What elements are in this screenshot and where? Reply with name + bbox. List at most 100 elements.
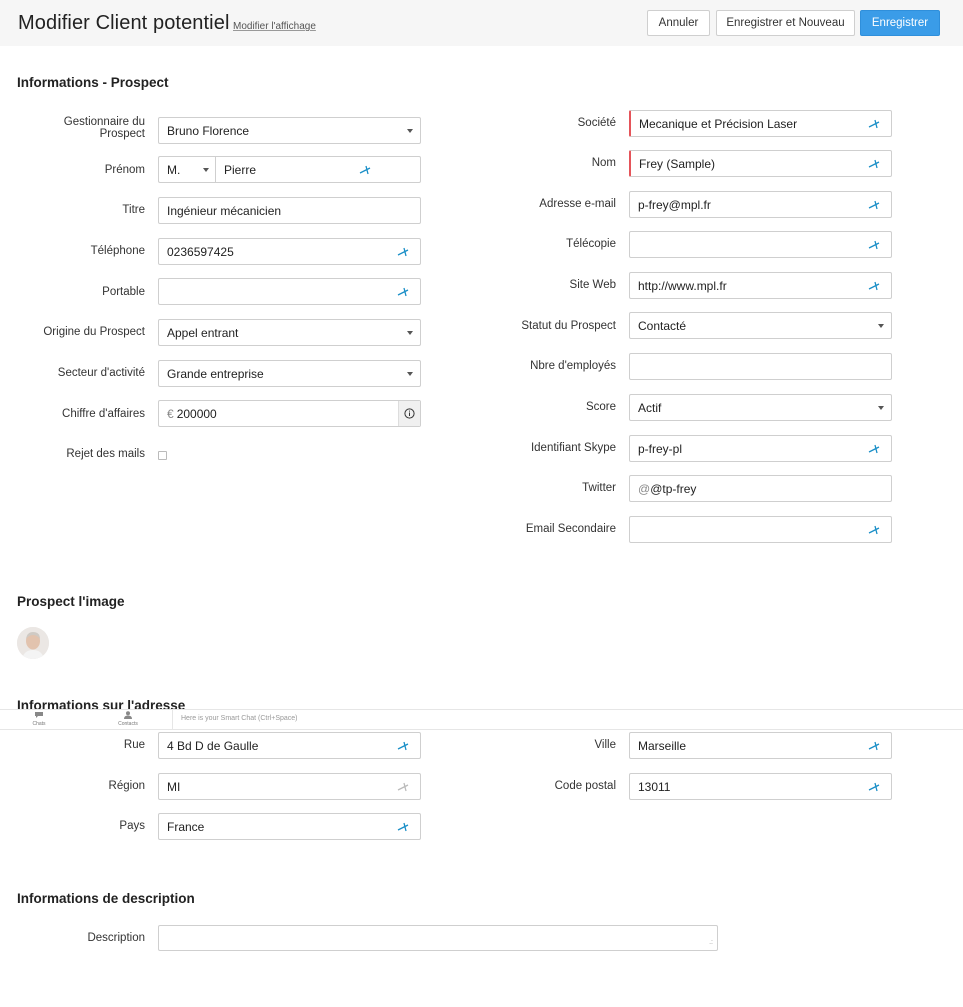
status-select[interactable]: Contacté [629, 312, 892, 339]
owner-select[interactable]: Bruno Florence [158, 117, 421, 144]
lookup-icon[interactable] [868, 781, 881, 793]
website-label: Site Web [569, 279, 616, 291]
section-title-prospect-image: Prospect l'image [17, 594, 125, 609]
title-label: Titre [122, 204, 145, 216]
employees-input[interactable] [629, 353, 892, 380]
street-value: 4 Bd D de Gaulle [167, 738, 259, 753]
employees-label: Nbre d'employés [530, 360, 616, 372]
status-label: Statut du Prospect [521, 320, 616, 332]
last-name-label: Nom [591, 157, 616, 169]
lookup-icon[interactable] [359, 164, 372, 176]
revenue-input[interactable]: € 200000 [158, 400, 421, 427]
secondary-email-label: Email Secondaire [525, 523, 616, 535]
page-title: Modifier Client potentiel [18, 12, 230, 34]
twitter-input[interactable]: @ @tp-frey [629, 475, 892, 502]
chat-bubble-icon [35, 712, 43, 718]
description-textarea[interactable]: .: [158, 925, 718, 951]
mobile-label: Portable [102, 286, 145, 298]
phone-value: 0236597425 [167, 244, 234, 259]
contacts-tab[interactable]: Contacts [108, 711, 148, 727]
email-input[interactable]: p-frey@mpl.fr [629, 191, 892, 218]
lookup-icon[interactable] [397, 246, 410, 258]
lookup-icon[interactable] [868, 443, 881, 455]
lookup-icon[interactable] [397, 781, 410, 793]
last-name-value: Frey (Sample) [639, 156, 716, 171]
title-value: Ingénieur mécanicien [167, 203, 282, 218]
phone-input[interactable]: 0236597425 [158, 238, 421, 265]
cancel-button[interactable]: Annuler [647, 10, 710, 36]
lookup-icon[interactable] [868, 740, 881, 752]
company-value: Mecanique et Précision Laser [639, 116, 798, 131]
title-input[interactable]: Ingénieur mécanicien [158, 197, 421, 224]
lookup-icon[interactable] [397, 740, 410, 752]
contact-person-icon [124, 711, 132, 719]
resize-handle-icon[interactable]: .: [709, 939, 713, 946]
first-name-value: Pierre [224, 162, 257, 177]
industry-value: Grande entreprise [167, 366, 264, 381]
zip-label: Code postal [554, 780, 616, 792]
skype-input[interactable]: p-frey-pl [629, 435, 892, 462]
company-input[interactable]: Mecanique et Précision Laser [629, 110, 892, 137]
mobile-input[interactable] [158, 278, 421, 305]
twitter-value: @tp-frey [650, 481, 697, 496]
twitter-prefix: @ [638, 481, 651, 496]
email-value: p-frey@mpl.fr [638, 197, 711, 212]
save-and-new-button[interactable]: Enregistrer et Nouveau [716, 10, 855, 36]
lookup-icon[interactable] [397, 821, 410, 833]
section-title-description: Informations de description [17, 891, 195, 906]
twitter-label: Twitter [582, 482, 616, 494]
chevron-down-icon [407, 129, 413, 133]
skype-label: Identifiant Skype [530, 442, 616, 454]
info-icon[interactable] [398, 401, 420, 426]
lookup-icon[interactable] [868, 158, 881, 170]
city-input[interactable]: Marseille [629, 732, 892, 759]
contacts-tab-label: Contacts [118, 721, 138, 727]
lookup-icon[interactable] [868, 118, 881, 130]
salutation-select[interactable]: M. [158, 156, 216, 183]
phone-label: Téléphone [90, 245, 145, 257]
email-opt-out-checkbox[interactable] [158, 451, 167, 460]
lead-source-select[interactable]: Appel entrant [158, 319, 421, 346]
smart-chat-input[interactable]: Here is your Smart Chat (Ctrl+Space) [172, 710, 963, 729]
last-name-input[interactable]: Frey (Sample) [629, 150, 892, 177]
avatar[interactable] [17, 627, 49, 659]
state-value: MI [167, 779, 181, 794]
chevron-down-icon [203, 168, 209, 172]
industry-select[interactable]: Grande entreprise [158, 360, 421, 387]
modify-layout-link[interactable]: Modifier l'affichage [233, 21, 316, 32]
zip-value: 13011 [638, 779, 671, 794]
lookup-icon[interactable] [397, 286, 410, 298]
country-label: Pays [119, 820, 145, 832]
city-value: Marseille [638, 738, 687, 753]
email-opt-out-label: Rejet des mails [66, 448, 145, 460]
email-label: Adresse e-mail [539, 198, 616, 210]
street-input[interactable]: 4 Bd D de Gaulle [158, 732, 421, 759]
rating-select[interactable]: Actif [629, 394, 892, 421]
smart-chat-bar: Chats Contacts Here is your Smart Chat (… [0, 709, 963, 730]
country-input[interactable]: France [158, 813, 421, 840]
state-input[interactable]: MI [158, 773, 421, 800]
website-value: http://www.mpl.fr [638, 278, 727, 293]
lookup-icon[interactable] [868, 239, 881, 251]
salutation-value: M. [167, 162, 181, 177]
first-name-input[interactable]: Pierre [215, 156, 421, 183]
lookup-icon[interactable] [868, 524, 881, 536]
lookup-icon[interactable] [868, 199, 881, 211]
street-label: Rue [123, 739, 145, 751]
first-name-label: Prénom [104, 164, 145, 176]
website-input[interactable]: http://www.mpl.fr [629, 272, 892, 299]
secondary-email-input[interactable] [629, 516, 892, 543]
status-value: Contacté [638, 318, 687, 333]
fax-label: Télécopie [566, 238, 616, 250]
save-button[interactable]: Enregistrer [860, 10, 940, 36]
revenue-label: Chiffre d'affaires [62, 408, 145, 420]
rating-value: Actif [638, 400, 662, 415]
industry-label: Secteur d'activité [57, 367, 145, 379]
chevron-down-icon [407, 372, 413, 376]
lookup-icon[interactable] [868, 280, 881, 292]
zip-input[interactable]: 13011 [629, 773, 892, 800]
fax-input[interactable] [629, 231, 892, 258]
chevron-down-icon [407, 331, 413, 335]
chats-tab[interactable]: Chats [19, 711, 59, 727]
chevron-down-icon [878, 406, 884, 410]
